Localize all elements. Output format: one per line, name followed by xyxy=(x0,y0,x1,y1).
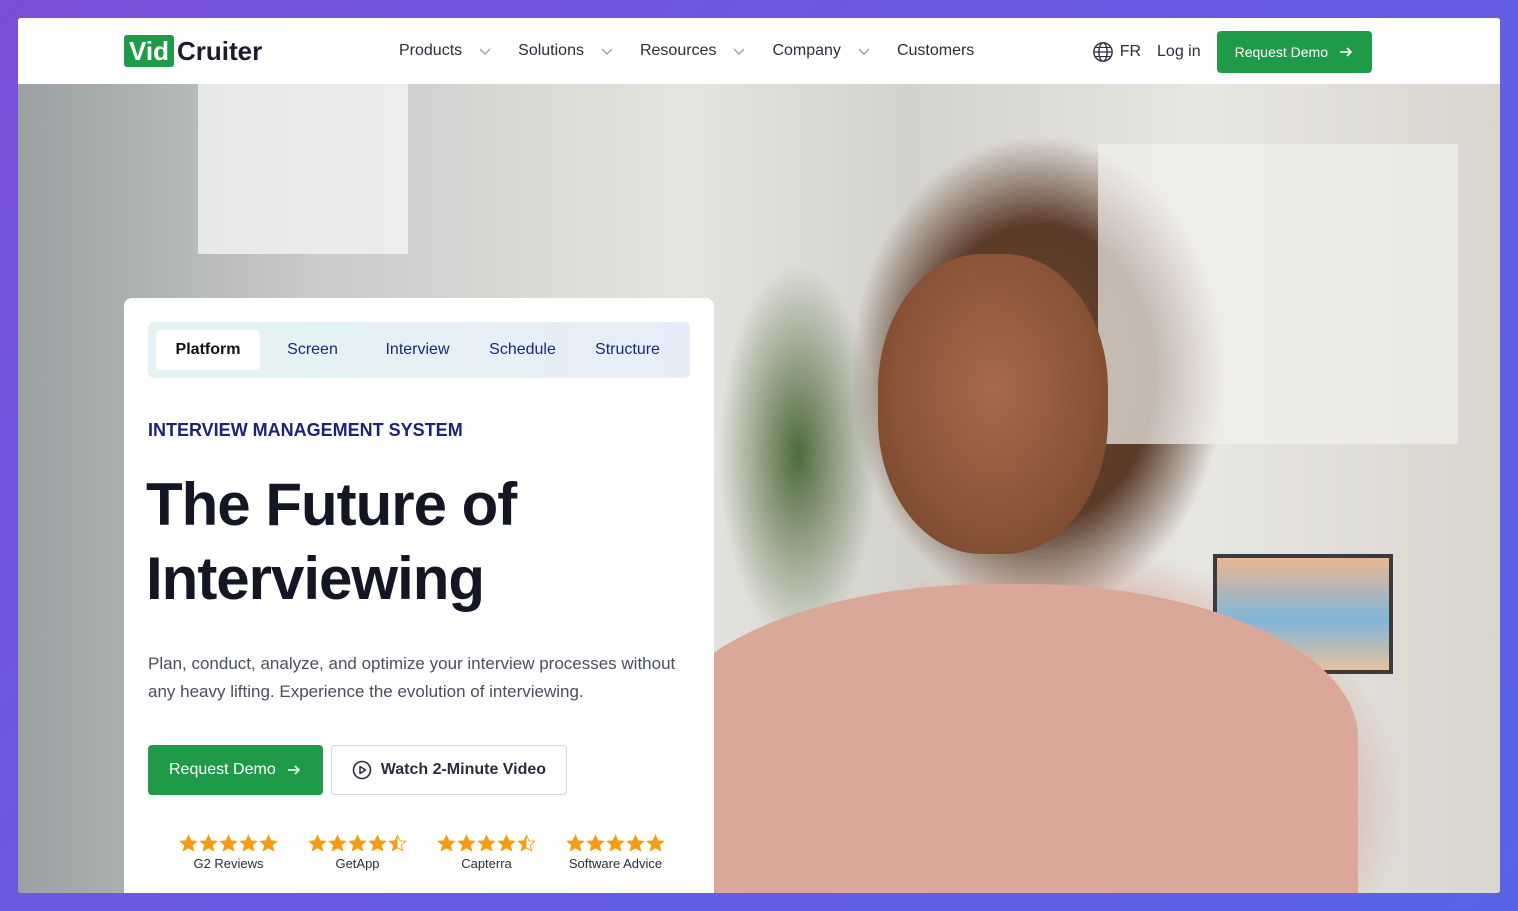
star-icon xyxy=(238,834,258,852)
button-label: Request Demo xyxy=(169,761,276,778)
star-icon xyxy=(198,834,218,852)
language-switcher[interactable]: FR xyxy=(1092,41,1141,63)
menu-item-solutions[interactable]: Solutions xyxy=(518,42,614,60)
vidcruiter-logo[interactable]: Vid Cruiter xyxy=(124,35,262,67)
menu-item-company[interactable]: Company xyxy=(772,42,870,60)
button-label: Request Demo xyxy=(1234,44,1328,60)
star-icon xyxy=(307,834,327,852)
menu-item-label: Company xyxy=(772,42,841,59)
tab-platform[interactable]: Platform xyxy=(156,330,260,370)
chevron-down-icon xyxy=(479,48,491,55)
star-icon xyxy=(258,834,278,852)
review-ratings: G2 Reviews GetApp Capterra Software Advi… xyxy=(164,834,680,871)
star-icon xyxy=(387,834,407,852)
hero-background-plant xyxy=(718,264,878,644)
rating-label: Capterra xyxy=(461,856,512,871)
star-icon xyxy=(327,834,347,852)
rating-label: GetApp xyxy=(335,856,380,871)
star-icon xyxy=(367,834,387,852)
star-rating xyxy=(307,834,408,853)
hero-headline: The Future of Interviewing xyxy=(146,468,686,616)
hero-cta-row: Request Demo Watch 2-Minute Video xyxy=(148,745,568,795)
top-navigation: Vid Cruiter Products Solutions Resources… xyxy=(18,18,1500,84)
star-icon xyxy=(476,834,496,852)
chevron-down-icon xyxy=(733,48,745,55)
rating-label: G2 Reviews xyxy=(193,856,264,871)
menu-item-label: Resources xyxy=(639,42,717,59)
rating-label: Software Advice xyxy=(568,856,663,871)
play-circle-icon xyxy=(352,760,372,780)
nav-actions: FR Log in Request Demo xyxy=(1092,31,1372,73)
rating-capterra[interactable]: Capterra xyxy=(422,834,551,871)
headline-line-2: Interviewing xyxy=(146,545,485,612)
menu-item-products[interactable]: Products xyxy=(399,42,492,60)
hero-person-face xyxy=(878,254,1108,554)
tab-schedule[interactable]: Schedule xyxy=(470,330,575,370)
logo-mark: Vid xyxy=(124,35,174,67)
rating-g2[interactable]: G2 Reviews xyxy=(164,834,293,871)
star-icon xyxy=(178,834,198,852)
star-rating xyxy=(436,834,537,853)
rating-software-advice[interactable]: Software Advice xyxy=(551,834,680,871)
star-icon xyxy=(565,834,585,852)
tab-interview[interactable]: Interview xyxy=(365,330,470,370)
star-icon xyxy=(645,834,665,852)
chevron-down-icon xyxy=(601,48,613,55)
rating-getapp[interactable]: GetApp xyxy=(293,834,422,871)
hero-description: Plan, conduct, analyze, and optimize you… xyxy=(148,654,676,701)
globe-icon xyxy=(1092,42,1113,62)
nav-request-demo-button[interactable]: Request Demo xyxy=(1216,31,1372,73)
star-rating xyxy=(178,834,279,853)
arrow-right-icon xyxy=(1340,47,1353,57)
chevron-down-icon xyxy=(858,48,870,55)
logo-wordmark: Cruiter xyxy=(176,36,263,66)
tab-structure[interactable]: Structure xyxy=(575,330,680,370)
browser-window: Vid Cruiter Products Solutions Resources… xyxy=(18,18,1500,893)
star-icon xyxy=(605,834,625,852)
star-icon xyxy=(347,834,367,852)
hero-background-window xyxy=(198,84,408,254)
star-rating xyxy=(565,834,666,853)
menu-item-label: Products xyxy=(399,42,463,59)
star-icon xyxy=(218,834,238,852)
watch-video-button[interactable]: Watch 2-Minute Video xyxy=(330,745,568,795)
star-icon xyxy=(625,834,645,852)
hero-eyebrow: INTERVIEW MANAGEMENT SYSTEM xyxy=(148,420,463,440)
login-link[interactable]: Log in xyxy=(1157,43,1201,61)
arrow-right-icon xyxy=(287,765,300,775)
star-icon xyxy=(436,834,456,852)
hero-background-window xyxy=(1098,144,1458,444)
star-icon xyxy=(516,834,536,852)
button-label: Watch 2-Minute Video xyxy=(380,761,547,778)
menu-item-label: Solutions xyxy=(518,42,584,59)
hero-card: Platform Screen Interview Schedule Struc… xyxy=(124,298,714,893)
product-tabs: Platform Screen Interview Schedule Struc… xyxy=(148,322,690,378)
hero-section: Platform Screen Interview Schedule Struc… xyxy=(18,84,1500,893)
menu-item-resources[interactable]: Resources xyxy=(640,42,746,60)
star-icon xyxy=(496,834,516,852)
headline-line-1: The Future of xyxy=(146,471,517,538)
hero-request-demo-button[interactable]: Request Demo xyxy=(148,745,323,795)
menu-item-customers[interactable]: Customers xyxy=(897,42,974,60)
star-icon xyxy=(456,834,476,852)
hero-person-photo xyxy=(658,584,1358,893)
tab-screen[interactable]: Screen xyxy=(260,330,365,370)
star-icon xyxy=(585,834,605,852)
main-menu: Products Solutions Resources Company Cus… xyxy=(399,18,1000,84)
menu-item-label: Customers xyxy=(896,42,975,59)
language-label: FR xyxy=(1119,43,1142,60)
